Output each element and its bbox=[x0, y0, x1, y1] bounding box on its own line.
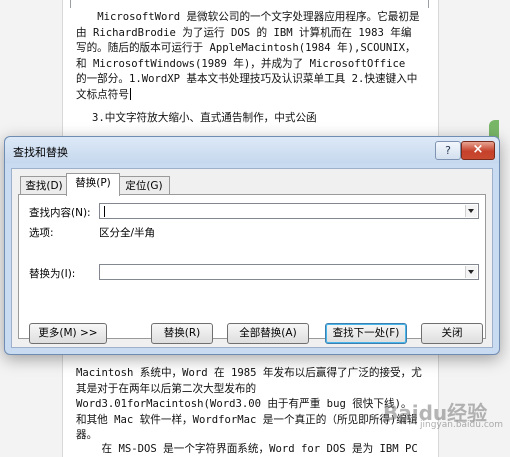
replace-with-label: 替换为(I): bbox=[29, 268, 76, 280]
find-what-label: 查找内容(N): bbox=[29, 207, 91, 219]
text-cursor bbox=[129, 87, 131, 100]
replace-tab-panel: 查找内容(N): 选项: 区分全/半角 替换为(I): 更多(M) >> 替换(… bbox=[18, 194, 486, 344]
replace-with-input[interactable] bbox=[99, 264, 479, 280]
document-paragraph-bottom[interactable]: Macintosh 系统中，Word 在 1985 年发布以后赢得了广泛的接受，… bbox=[76, 366, 422, 444]
replace-button[interactable]: 替换(R) bbox=[151, 323, 213, 344]
watermark-url: jingyan.baidu.com bbox=[420, 420, 504, 430]
more-button[interactable]: 更多(M) >> bbox=[29, 323, 107, 344]
crop-mark-right bbox=[428, 0, 429, 8]
help-button[interactable]: ? bbox=[435, 141, 461, 160]
dialog-titlebar[interactable]: 查找和替换 ? × bbox=[5, 137, 499, 163]
chevron-down-icon[interactable] bbox=[465, 266, 477, 278]
document-last-line[interactable]: 在 MS-DOS 是一个字符界面系统，Word for DOS 是为 IBM P… bbox=[76, 442, 422, 457]
tab-find[interactable]: 查找(D) bbox=[20, 176, 68, 195]
input-caret bbox=[104, 206, 105, 217]
close-window-button[interactable]: × bbox=[461, 141, 495, 160]
crop-mark-left bbox=[70, 0, 71, 8]
document-line-3[interactable]: 3.中文字符放大缩小、直式通告制作，中式公函 bbox=[92, 111, 412, 127]
find-next-button[interactable]: 查找下一处(F) bbox=[325, 323, 407, 344]
replace-all-button[interactable]: 全部替换(A) bbox=[227, 323, 309, 344]
options-value: 区分全/半角 bbox=[99, 227, 156, 239]
chevron-down-icon[interactable] bbox=[465, 205, 477, 217]
find-what-input[interactable] bbox=[99, 203, 479, 219]
options-label: 选项: bbox=[29, 227, 54, 239]
find-replace-dialog: 查找和替换 ? × 查找(D) 替换(P) 定位(G) 查找内容(N): 选项:… bbox=[4, 136, 500, 355]
tab-goto[interactable]: 定位(G) bbox=[118, 176, 170, 195]
dialog-title: 查找和替换 bbox=[13, 146, 68, 159]
close-button[interactable]: 关闭 bbox=[421, 323, 483, 344]
tab-replace[interactable]: 替换(P) bbox=[66, 173, 120, 196]
document-paragraph-top[interactable]: MicrosoftWord 是微软公司的一个文字处理器应用程序。它最初是由 Ri… bbox=[76, 10, 422, 103]
dialog-body: 查找(D) 替换(P) 定位(G) 查找内容(N): 选项: 区分全/半角 替换… bbox=[11, 168, 493, 348]
